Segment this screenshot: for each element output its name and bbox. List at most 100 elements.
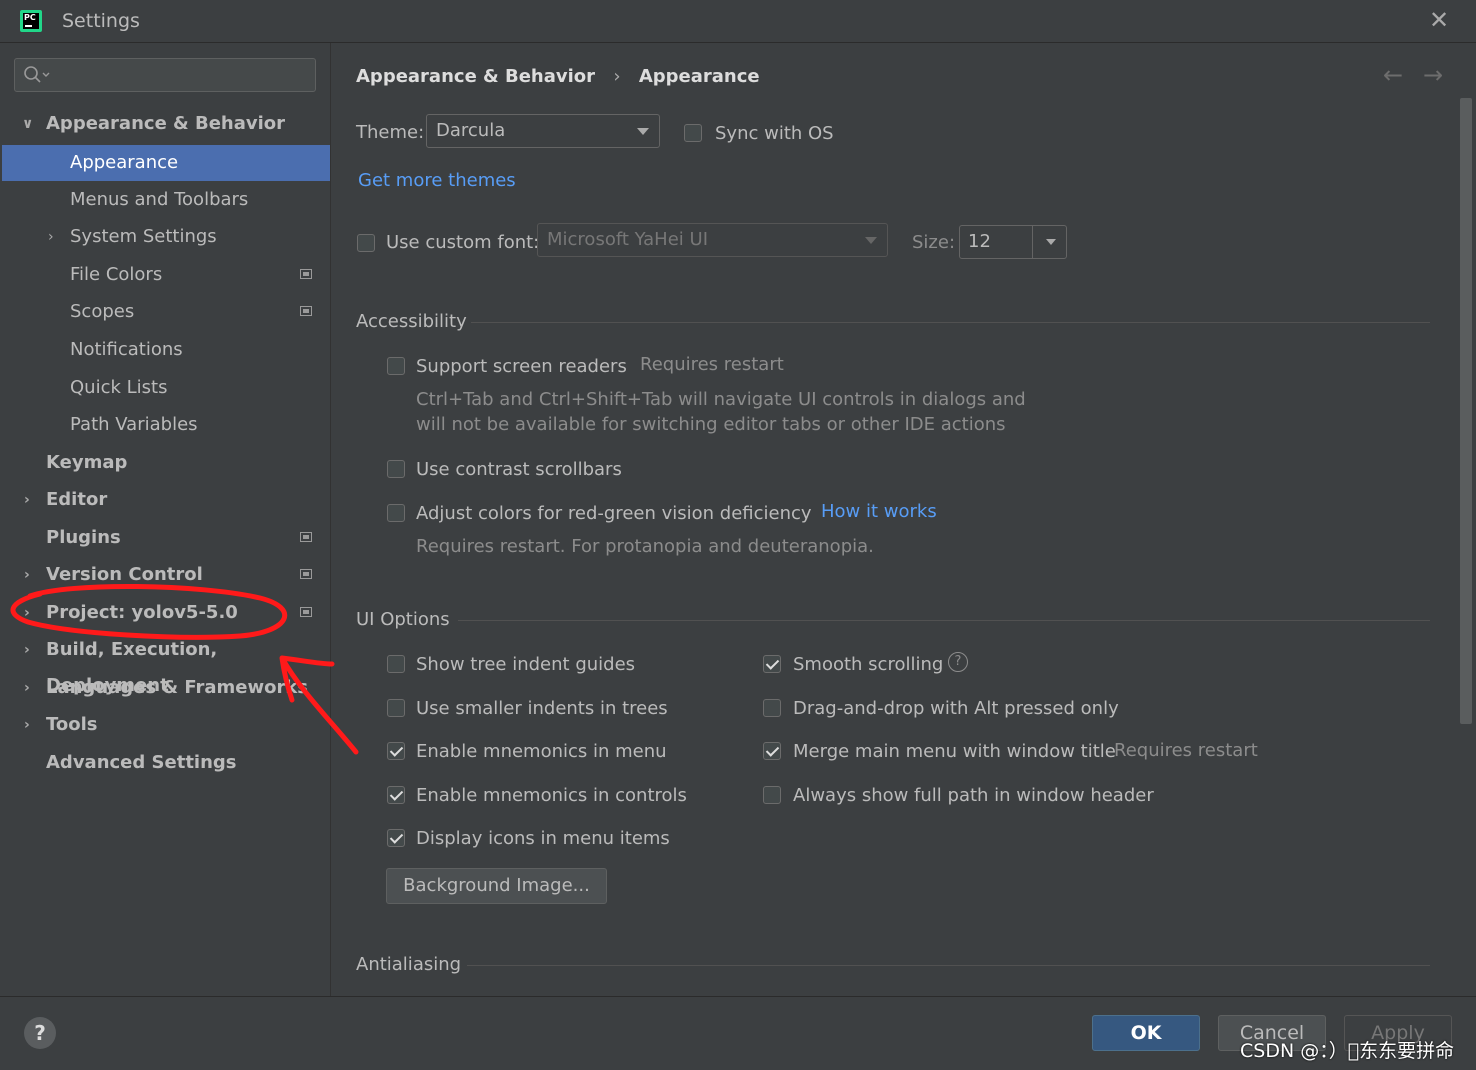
- chevron-right-icon: ›: [24, 605, 30, 621]
- help-button[interactable]: ?: [24, 1017, 56, 1049]
- screen-readers-desc-1: Ctrl+Tab and Ctrl+Shift+Tab will navigat…: [416, 389, 1026, 410]
- tree-item-project[interactable]: › Project: yolov5-5.0: [2, 595, 330, 631]
- chevron-right-icon: ›: [24, 492, 30, 508]
- font-select[interactable]: Microsoft YaHei UI: [537, 223, 888, 257]
- tree-item-label: Quick Lists: [70, 377, 168, 398]
- drag-drop-alt-label: Drag-and-drop with Alt pressed only: [793, 698, 1119, 719]
- menu-icons-checkbox[interactable]: [387, 829, 405, 847]
- combo-divider: [1032, 226, 1033, 258]
- requires-restart-note: Requires restart: [640, 354, 784, 375]
- tree-item-menus-toolbars[interactable]: Menus and Toolbars: [2, 182, 330, 218]
- tree-item-version-control[interactable]: › Version Control: [2, 557, 330, 593]
- theme-label: Theme:: [356, 122, 425, 143]
- breadcrumb-parent[interactable]: Appearance & Behavior: [356, 66, 595, 87]
- tree-item-label: Scopes: [70, 301, 135, 322]
- chevron-down-icon: [1046, 239, 1056, 245]
- tree-item-languages-frameworks[interactable]: › Languages & Frameworks: [2, 670, 330, 706]
- mnemonics-controls-checkbox[interactable]: [387, 786, 405, 804]
- how-it-works-link[interactable]: How it works: [821, 501, 937, 522]
- forward-arrow-icon[interactable]: →: [1423, 61, 1443, 89]
- full-path-header-checkbox[interactable]: [763, 786, 781, 804]
- tree-item-tools[interactable]: › Tools: [2, 707, 330, 743]
- tree-item-editor[interactable]: › Editor: [2, 482, 330, 518]
- project-level-icon: [300, 269, 312, 279]
- accessibility-heading: Accessibility: [356, 311, 467, 332]
- background-image-button[interactable]: Background Image...: [386, 868, 607, 904]
- smooth-scrolling-checkbox[interactable]: [763, 655, 781, 673]
- smaller-indents-label: Use smaller indents in trees: [416, 698, 668, 719]
- theme-select[interactable]: Darcula: [426, 114, 660, 148]
- tree-item-advanced-settings[interactable]: Advanced Settings: [2, 745, 330, 781]
- custom-font-checkbox[interactable]: [357, 234, 375, 252]
- tree-item-keymap[interactable]: Keymap: [2, 445, 330, 481]
- custom-font-label: Use custom font:: [386, 232, 540, 253]
- screen-readers-checkbox[interactable]: [387, 357, 405, 375]
- chevron-down-icon: ∨: [22, 116, 34, 132]
- section-divider: [471, 322, 1430, 323]
- tree-item-label: Keymap: [46, 452, 128, 473]
- chevron-right-icon: ›: [24, 642, 30, 658]
- font-size-label: Size:: [912, 232, 956, 253]
- contrast-scrollbars-checkbox[interactable]: [387, 460, 405, 478]
- content-scrollbar[interactable]: [1460, 98, 1472, 724]
- tree-item-label: Advanced Settings: [46, 752, 237, 773]
- close-icon[interactable]: ✕: [1425, 6, 1453, 34]
- merge-menu-checkbox[interactable]: [763, 742, 781, 760]
- tree-item-file-colors[interactable]: File Colors: [2, 257, 330, 293]
- requires-restart-note: Requires restart: [1114, 740, 1258, 761]
- antialiasing-heading: Antialiasing: [356, 954, 462, 975]
- tree-item-appearance-behavior[interactable]: ∨ Appearance & Behavior: [2, 106, 330, 142]
- tree-item-system-settings[interactable]: › System Settings: [2, 219, 330, 255]
- tree-item-build-execution-deployment[interactable]: › Build, Execution, Deployment: [2, 632, 330, 696]
- tree-item-plugins[interactable]: Plugins: [2, 520, 330, 556]
- tree-item-label: Languages & Frameworks: [46, 677, 309, 698]
- title-bar: PC Settings ✕: [0, 0, 1476, 43]
- tree-item-label: Editor: [46, 489, 108, 510]
- font-select-value: Microsoft YaHei UI: [547, 229, 708, 250]
- smooth-scrolling-label: Smooth scrolling: [793, 654, 944, 675]
- search-input[interactable]: [14, 58, 316, 92]
- tree-item-label: Project: yolov5-5.0: [46, 602, 238, 623]
- project-level-icon: [300, 569, 312, 579]
- color-deficiency-desc: Requires restart. For protanopia and deu…: [416, 536, 874, 557]
- mnemonics-controls-label: Enable mnemonics in controls: [416, 785, 687, 806]
- tree-item-label: File Colors: [70, 264, 163, 285]
- tree-item-appearance[interactable]: Appearance: [2, 145, 330, 181]
- ok-button[interactable]: OK: [1092, 1015, 1200, 1051]
- tree-item-path-variables[interactable]: Path Variables: [2, 407, 330, 443]
- breadcrumb-current: Appearance: [638, 66, 760, 87]
- section-divider: [467, 965, 1430, 966]
- color-deficiency-checkbox[interactable]: [387, 504, 405, 522]
- settings-content: Appearance & Behavior › Appearance ← → T…: [331, 43, 1476, 996]
- watermark-text: CSDN @：） 东东要拼命: [1240, 1040, 1455, 1062]
- project-level-icon: [300, 532, 312, 542]
- section-divider: [458, 620, 1430, 621]
- tree-item-quick-lists[interactable]: Quick Lists: [2, 370, 330, 406]
- tree-indent-guides-label: Show tree indent guides: [416, 654, 636, 675]
- tree-item-label: Appearance: [70, 152, 179, 173]
- font-size-select[interactable]: 12: [959, 225, 1067, 259]
- project-level-icon: [300, 607, 312, 617]
- sync-os-checkbox[interactable]: [684, 124, 702, 142]
- screen-readers-desc-2: will not be available for switching edit…: [416, 414, 1006, 435]
- back-arrow-icon[interactable]: ←: [1383, 61, 1403, 89]
- color-deficiency-label: Adjust colors for red-green vision defic…: [416, 503, 812, 524]
- tree-item-notifications[interactable]: Notifications: [2, 332, 330, 368]
- help-question-icon[interactable]: ?: [948, 652, 968, 672]
- tree-item-label: Appearance & Behavior: [46, 113, 286, 134]
- merge-menu-label: Merge main menu with window title: [793, 741, 1116, 762]
- mnemonics-menu-label: Enable mnemonics in menu: [416, 741, 667, 762]
- tree-item-scopes[interactable]: Scopes: [2, 294, 330, 330]
- smaller-indents-checkbox[interactable]: [387, 699, 405, 717]
- mnemonics-menu-checkbox[interactable]: [387, 742, 405, 760]
- tree-indent-guides-checkbox[interactable]: [387, 655, 405, 673]
- chevron-down-icon: [637, 128, 649, 135]
- tree-item-label: Menus and Toolbars: [70, 189, 249, 210]
- chevron-down-icon: [865, 237, 877, 244]
- ui-options-heading: UI Options: [356, 609, 450, 630]
- chevron-right-icon: ›: [48, 229, 54, 245]
- get-more-themes-link[interactable]: Get more themes: [358, 170, 516, 191]
- breadcrumb-separator: ›: [613, 66, 621, 87]
- drag-drop-alt-checkbox[interactable]: [763, 699, 781, 717]
- tree-item-label: Plugins: [46, 527, 121, 548]
